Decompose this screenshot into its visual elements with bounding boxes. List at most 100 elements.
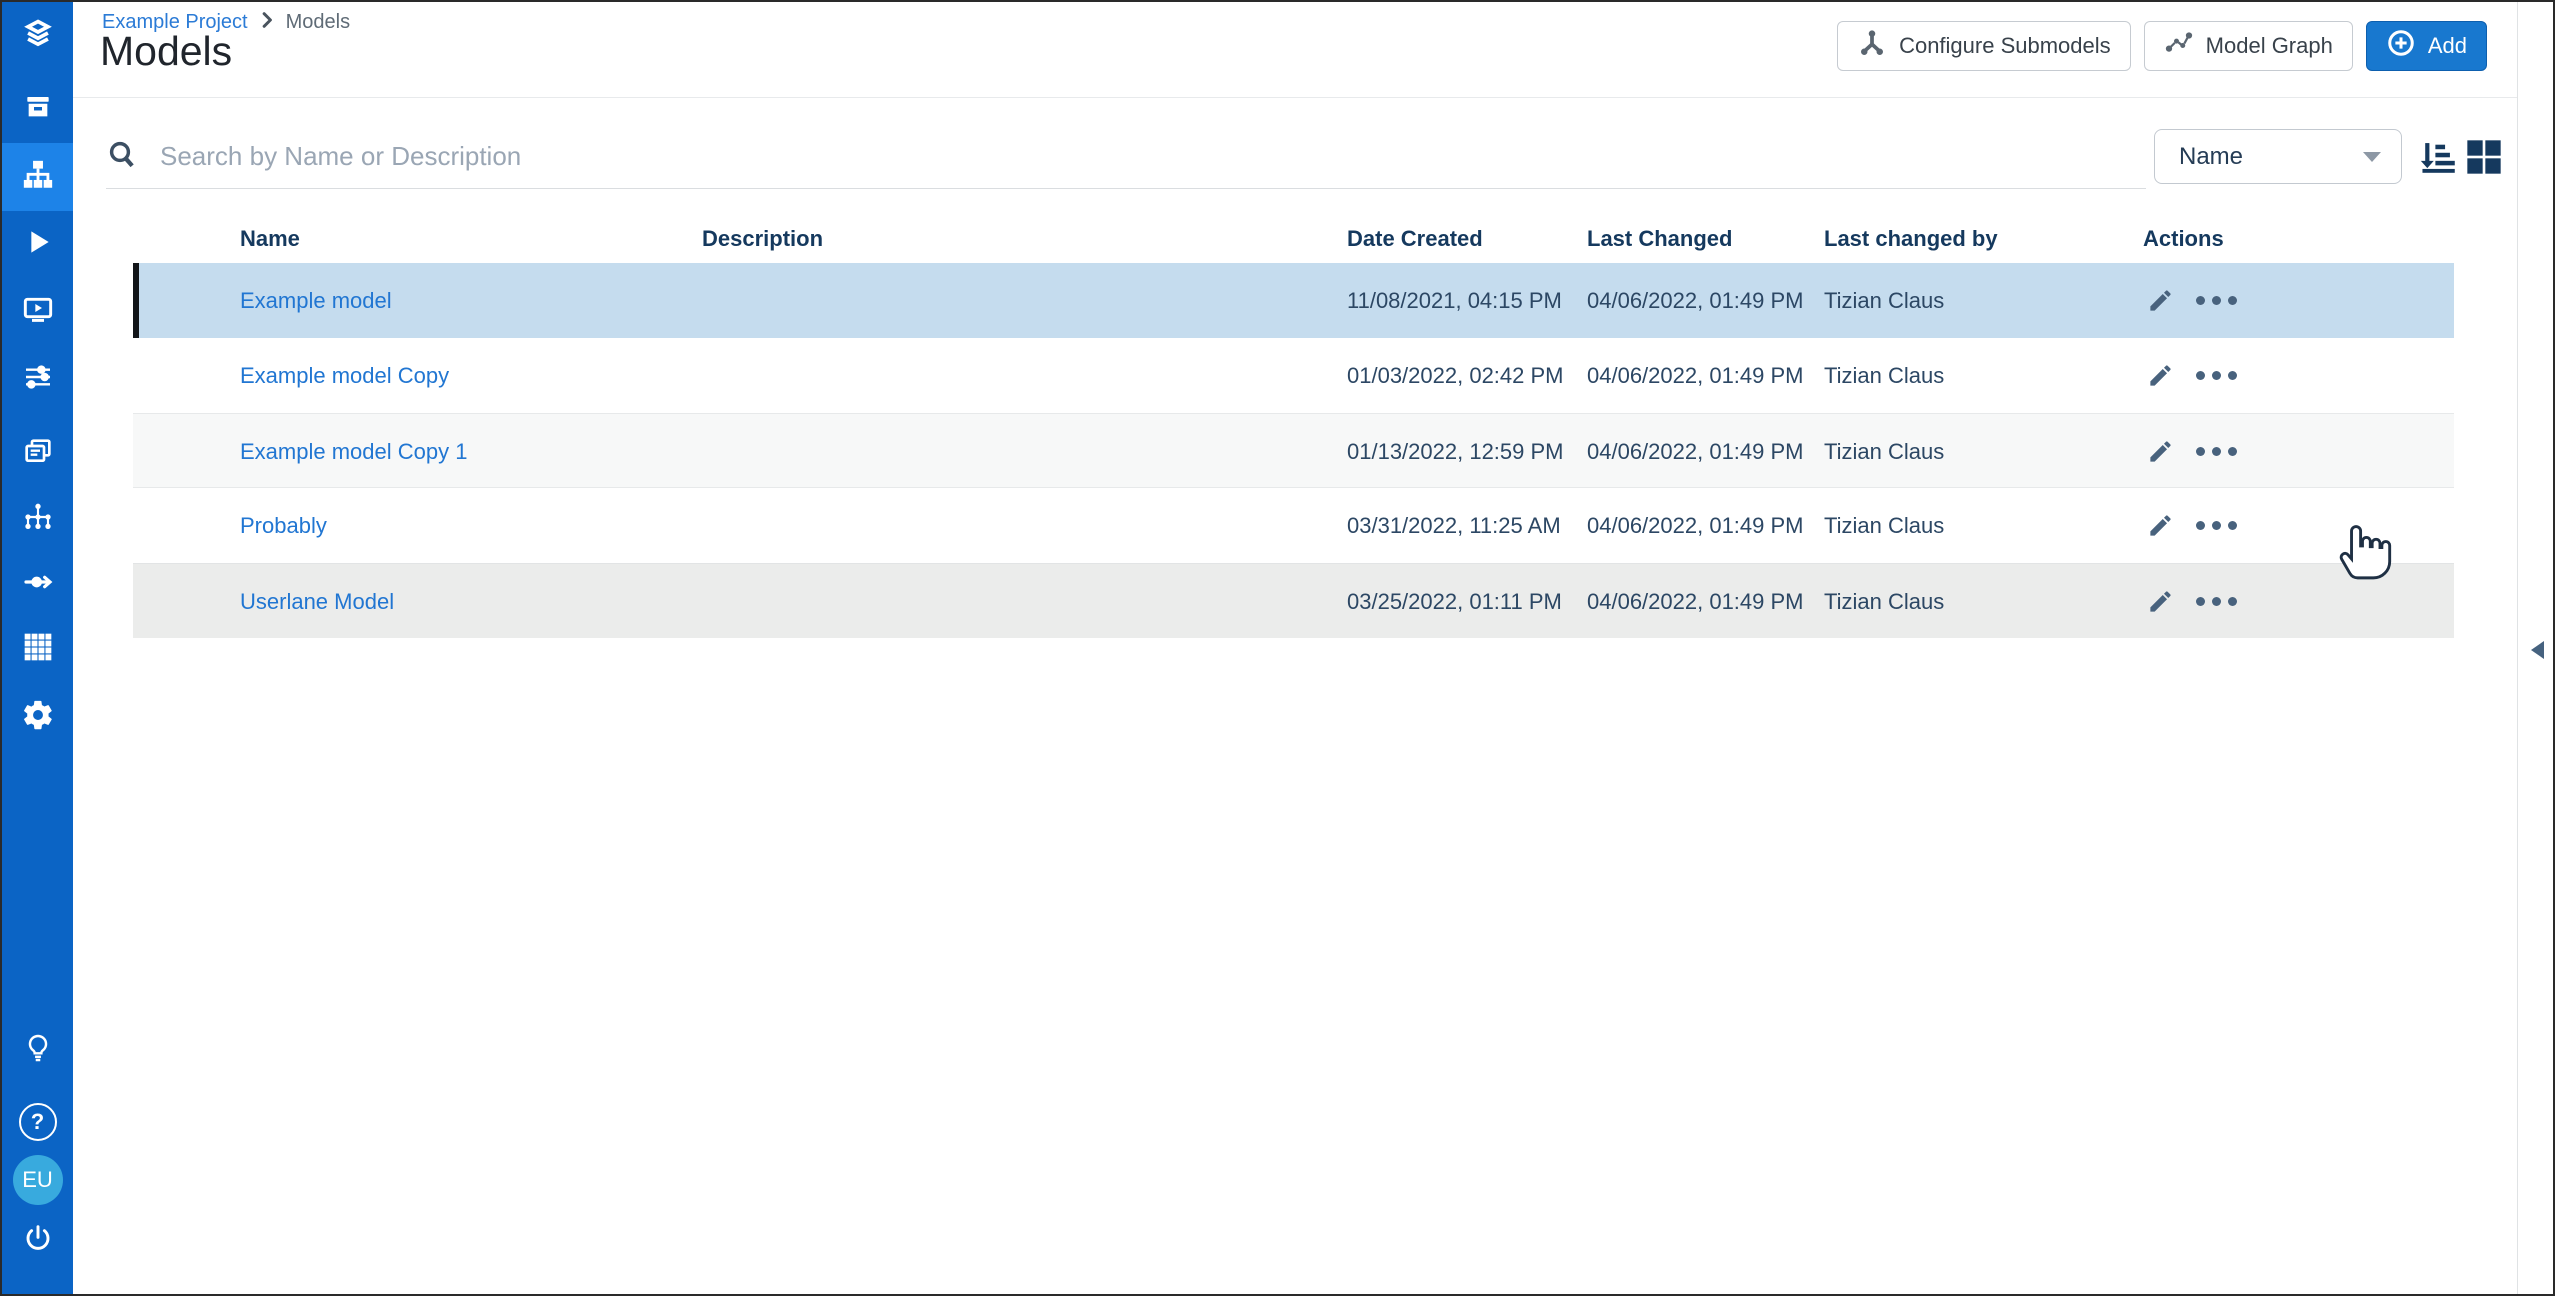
last-changed-by: Tizian Claus [1824, 414, 1944, 489]
more-actions-icon[interactable] [2196, 371, 2237, 380]
grid-view-button[interactable] [2464, 137, 2504, 177]
column-header-last-changed-by[interactable]: Last changed by [1824, 214, 1998, 263]
model-graph-button[interactable]: Model Graph [2144, 21, 2353, 71]
row-actions [2147, 488, 2237, 563]
toolbar: Configure Submodels Model Graph Add [1837, 21, 2487, 71]
table-row[interactable]: Example model Copy 1 01/13/2022, 12:59 PM… [133, 413, 2454, 488]
sidebar-item-run[interactable] [2, 210, 73, 278]
sidebar-item-logout[interactable] [2, 1206, 73, 1274]
app-window: ? EU Example Project Models Models [0, 0, 2555, 1296]
model-name-link[interactable]: Example model [240, 263, 392, 338]
edit-pencil-icon[interactable] [2147, 287, 2174, 314]
sort-dropdown[interactable]: Name [2154, 129, 2402, 184]
last-changed: 04/06/2022, 01:49 PM [1587, 564, 1804, 639]
column-header-name[interactable]: Name [240, 214, 300, 263]
model-name-link[interactable]: Example model Copy 1 [240, 414, 467, 489]
sidebar-item-pages[interactable] [2, 420, 73, 488]
table-row[interactable]: Example model 11/08/2021, 04:15 PM 04/06/2… [133, 263, 2454, 338]
more-actions-icon[interactable] [2196, 447, 2237, 456]
right-panel-divider [2517, 2, 2518, 1294]
gear-icon [21, 698, 55, 737]
page-title: Models [100, 28, 232, 75]
panel-collapse-arrow[interactable] [2531, 641, 2544, 659]
column-header-description[interactable]: Description [702, 214, 823, 263]
org-chart-icon [21, 158, 55, 197]
date-created: 01/13/2022, 12:59 PM [1347, 414, 1564, 489]
row-actions [2147, 338, 2237, 413]
avatar: EU [13, 1155, 63, 1205]
last-changed: 04/06/2022, 01:49 PM [1587, 414, 1804, 489]
configure-submodels-button[interactable]: Configure Submodels [1837, 21, 2131, 71]
more-actions-icon[interactable] [2196, 296, 2237, 305]
column-header-actions: Actions [2143, 214, 2224, 263]
model-graph-label: Model Graph [2206, 33, 2333, 59]
search-input[interactable] [158, 140, 1662, 173]
row-actions [2147, 263, 2237, 338]
sliders-icon [22, 361, 54, 398]
sidebar-item-archive[interactable] [2, 75, 73, 143]
layers-logo-icon [21, 18, 55, 57]
edit-pencil-icon[interactable] [2147, 588, 2174, 615]
sidebar-avatar[interactable]: EU [2, 1146, 73, 1214]
column-header-date-created[interactable]: Date Created [1347, 214, 1483, 263]
sidebar-item-settings[interactable] [2, 683, 73, 751]
date-created: 11/08/2021, 04:15 PM [1347, 263, 1562, 338]
last-changed: 04/06/2022, 01:49 PM [1587, 263, 1804, 338]
table-body: Example model 11/08/2021, 04:15 PM 04/06/2… [133, 263, 2454, 638]
submodels-icon [1857, 28, 1887, 64]
row-actions [2147, 414, 2237, 489]
sort-order-button[interactable] [2416, 135, 2458, 177]
configure-submodels-label: Configure Submodels [1899, 33, 2111, 59]
last-changed: 04/06/2022, 01:49 PM [1587, 338, 1804, 413]
breadcrumb-current: Models [286, 11, 350, 34]
table-row[interactable]: Example model Copy 01/03/2022, 02:42 PM 04… [133, 338, 2454, 413]
sidebar-item-flow[interactable] [2, 550, 73, 618]
video-player-icon [22, 294, 54, 331]
sidebar-item-data-table[interactable] [2, 615, 73, 683]
table-grid-icon [22, 631, 54, 668]
pages-icon [22, 436, 54, 473]
row-actions [2147, 564, 2237, 639]
sidebar-item-tips[interactable] [2, 1016, 73, 1084]
sidebar-logo[interactable] [2, 3, 73, 71]
help-glyph: ? [31, 1109, 44, 1135]
chevron-down-icon [2363, 152, 2381, 162]
last-changed-by: Tizian Claus [1824, 488, 1944, 563]
more-actions-icon[interactable] [2196, 521, 2237, 530]
add-label: Add [2428, 33, 2467, 59]
last-changed: 04/06/2022, 01:49 PM [1587, 488, 1804, 563]
model-name-link[interactable]: Probably [240, 488, 327, 563]
date-created: 01/03/2022, 02:42 PM [1347, 338, 1564, 413]
add-button[interactable]: Add [2366, 21, 2487, 71]
sidebar-item-player[interactable] [2, 278, 73, 346]
search-bar [106, 124, 2146, 189]
sort-dropdown-value: Name [2179, 143, 2243, 171]
table-row[interactable]: Probably03/31/2022, 11:25 AM04/06/2022, … [133, 488, 2454, 563]
date-created: 03/25/2022, 01:11 PM [1347, 564, 1562, 639]
sidebar-item-graph[interactable] [2, 485, 73, 553]
table-row[interactable]: Userlane Model 03/25/2022, 01:11 PM 04/06/… [133, 563, 2454, 638]
sidebar: ? EU [2, 2, 73, 1294]
model-name-link[interactable]: Userlane Model [240, 564, 394, 639]
sidebar-item-sliders[interactable] [2, 345, 73, 413]
last-changed-by: Tizian Claus [1824, 564, 1944, 639]
power-icon [22, 1222, 54, 1259]
table-header: Name Description Date Created Last Chang… [133, 214, 2454, 263]
edit-pencil-icon[interactable] [2147, 512, 2174, 539]
sidebar-item-models[interactable] [2, 143, 73, 211]
more-actions-icon[interactable] [2196, 597, 2237, 606]
plus-circle-icon [2386, 28, 2416, 64]
edit-pencil-icon[interactable] [2147, 362, 2174, 389]
model-name-link[interactable]: Example model Copy [240, 338, 449, 413]
help-icon: ? [19, 1103, 57, 1141]
last-changed-by: Tizian Claus [1824, 338, 1944, 413]
edit-pencil-icon[interactable] [2147, 438, 2174, 465]
column-header-last-changed[interactable]: Last Changed [1587, 214, 1732, 263]
sort-amount-icon [2416, 135, 2458, 177]
model-graph-icon [2164, 28, 2194, 64]
breadcrumb-chevron-icon [260, 11, 274, 34]
play-icon [22, 226, 54, 263]
grid-view-icon [2464, 137, 2504, 177]
graph-nodes-icon [22, 501, 54, 538]
last-changed-by: Tizian Claus [1824, 263, 1944, 338]
